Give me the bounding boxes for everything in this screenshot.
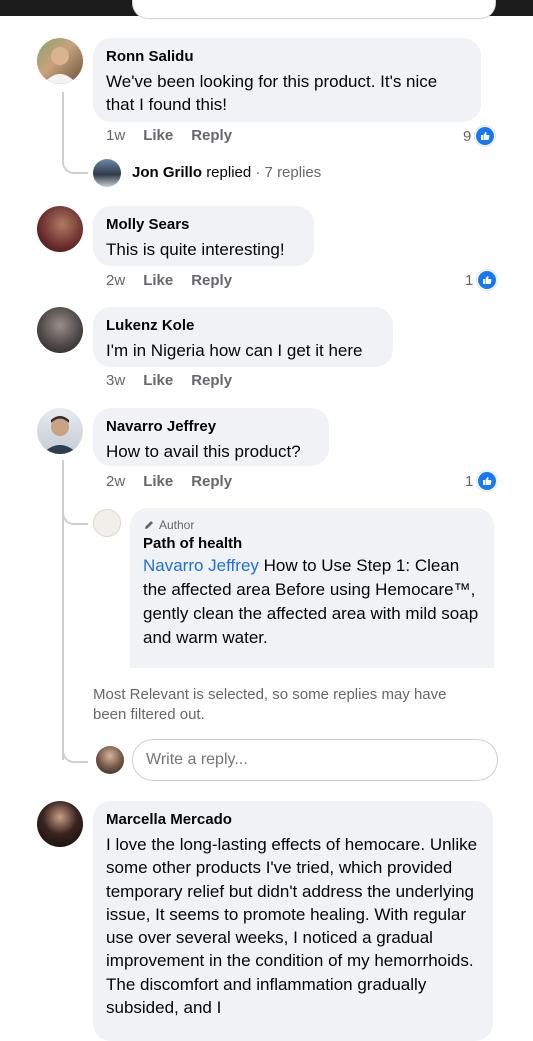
- comment-time[interactable]: 3w: [106, 372, 125, 389]
- thread-curve: [62, 140, 88, 174]
- like-button[interactable]: Like: [143, 372, 173, 389]
- comment-author[interactable]: Lukenz Kole: [106, 316, 380, 336]
- reply-button[interactable]: Reply: [191, 372, 232, 389]
- avatar[interactable]: [37, 307, 83, 353]
- comment-time[interactable]: 2w: [106, 272, 125, 289]
- like-button[interactable]: Like: [143, 272, 173, 289]
- comment-bubble: Ronn Salidu We've been looking for this …: [93, 38, 481, 122]
- like-button[interactable]: Like: [143, 473, 173, 490]
- previous-comment-edge: [132, 0, 496, 19]
- mention-link[interactable]: Navarro Jeffrey: [143, 556, 259, 575]
- page-avatar[interactable]: [93, 509, 121, 537]
- comment-actions: 1w Like Reply: [106, 127, 250, 144]
- thumbs-up-icon: [477, 471, 498, 491]
- replied-label: replied: [206, 164, 252, 181]
- comment-author[interactable]: Marcella Mercado: [106, 810, 480, 830]
- thread-curve: [62, 735, 88, 763]
- reply-bubble: Author Path of health Navarro Jeffrey Ho…: [130, 508, 494, 668]
- reaction-number: 9: [463, 127, 472, 145]
- reply-button[interactable]: Reply: [191, 272, 232, 289]
- comment-text: How to avail this product?: [106, 442, 301, 461]
- view-replies-link[interactable]: Jon Grillo replied · 7 replies: [132, 164, 321, 181]
- comment-text: I'm in Nigeria how can I get it here: [106, 341, 363, 360]
- thumbs-up-icon: [475, 126, 496, 146]
- reaction-number: 1: [465, 271, 474, 289]
- comment-author[interactable]: Ronn Salidu: [106, 47, 468, 67]
- reply-author[interactable]: Path of health: [143, 534, 481, 554]
- avatar[interactable]: [93, 159, 121, 187]
- avatar[interactable]: [37, 801, 83, 847]
- comment-bubble: Molly Sears This is quite interesting!: [93, 206, 314, 266]
- avatar[interactable]: [37, 38, 83, 84]
- reaction-count[interactable]: 9: [463, 126, 496, 146]
- thread-curve: [62, 495, 88, 525]
- author-badge: Author: [143, 517, 481, 533]
- reply-button[interactable]: Reply: [191, 127, 232, 144]
- comment-author[interactable]: Navarro Jeffrey: [106, 417, 316, 437]
- current-user-avatar[interactable]: [96, 746, 124, 774]
- filter-notice: Most Relevant is selected, so some repli…: [93, 686, 447, 723]
- reply-button[interactable]: Reply: [191, 473, 232, 490]
- replies-count: · 7 replies: [255, 164, 322, 181]
- pencil-icon: [145, 521, 153, 529]
- comment-author[interactable]: Molly Sears: [106, 215, 301, 235]
- reaction-count[interactable]: 1: [465, 270, 498, 290]
- comment-text: This is quite interesting!: [106, 240, 285, 259]
- comment-bubble: Navarro Jeffrey How to avail this produc…: [93, 408, 329, 466]
- comment-bubble: Lukenz Kole I'm in Nigeria how can I get…: [93, 307, 393, 367]
- like-button[interactable]: Like: [143, 127, 173, 144]
- avatar[interactable]: [37, 206, 83, 252]
- reaction-count[interactable]: 1: [465, 471, 498, 491]
- reply-text: Navarro Jeffrey How to Use Step 1: Clean…: [143, 554, 481, 650]
- comment-text: I love the long-lasting effects of hemoc…: [106, 835, 478, 1018]
- comment-bubble: Marcella Mercado I love the long-lasting…: [93, 801, 493, 1041]
- author-badge-label: Author: [159, 518, 195, 532]
- comment-time[interactable]: 2w: [106, 473, 125, 490]
- comment-actions: 2w Like Reply: [106, 272, 250, 289]
- reply-input[interactable]: [132, 739, 498, 781]
- comment-text: We've been looking for this product. It'…: [106, 72, 438, 114]
- comment-time[interactable]: 1w: [106, 127, 125, 144]
- comment-actions: 3w Like Reply: [106, 372, 250, 389]
- comment-actions: 2w Like Reply: [106, 473, 250, 490]
- thumbs-up-icon: [477, 270, 498, 290]
- reaction-number: 1: [465, 472, 474, 490]
- reply-author: Jon Grillo: [132, 164, 203, 181]
- avatar[interactable]: [37, 408, 83, 454]
